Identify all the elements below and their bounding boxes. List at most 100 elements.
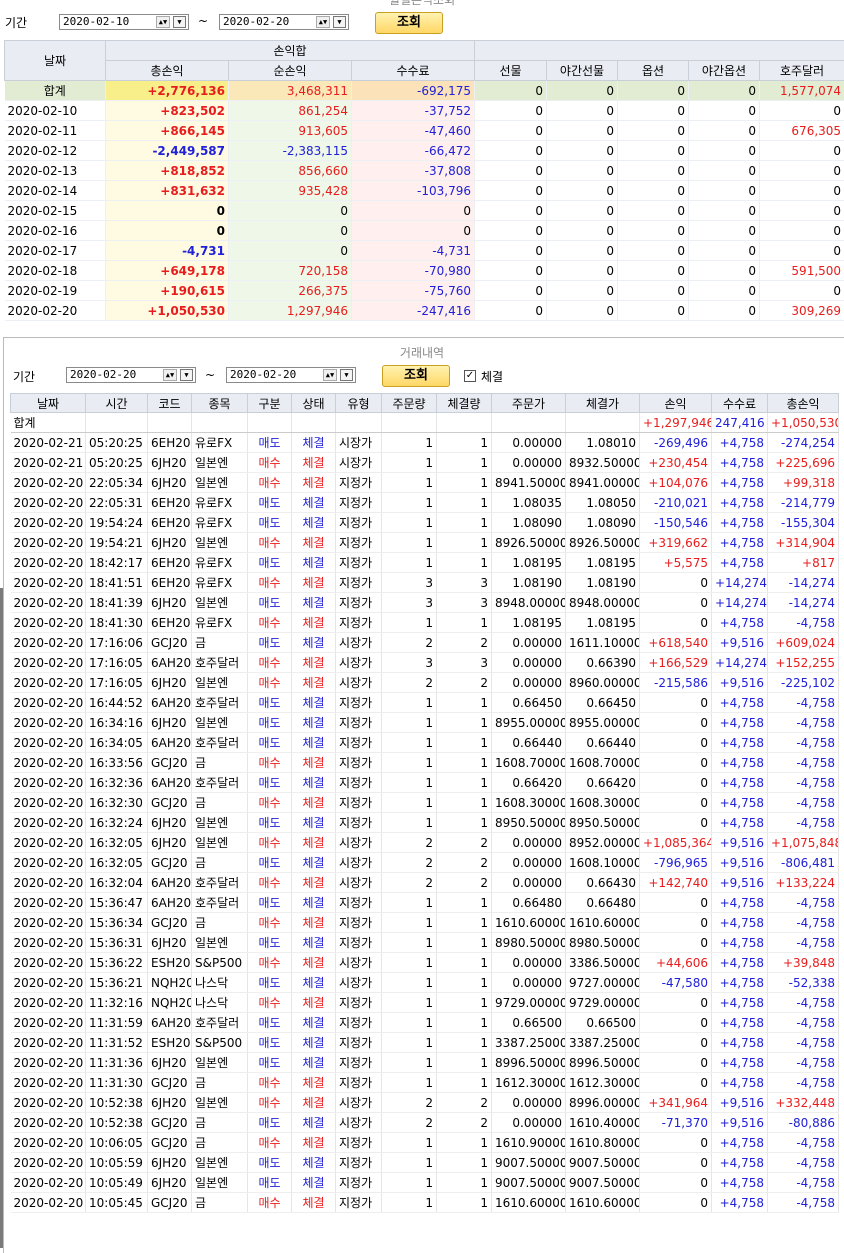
trade-row[interactable]: 2020-02-20 10:06:05 GCJ20 금 매수 체결 지정가 1 1 1610.90… [10,1132,839,1153]
trade-cell-order-qty: 2 [381,632,437,653]
trades-col-header[interactable]: 체결량 [436,393,492,413]
trade-row[interactable]: 2020-02-20 15:36:31 6JH20 일본엔 매도 체결 지정가 1 1 8980.… [10,932,839,953]
trades-to-date[interactable]: 2020-02-20 ▲▼ ▼ [226,367,356,383]
trades-col-header[interactable]: 종목 [191,393,248,413]
spin-icon[interactable]: ▲▼ [156,16,170,28]
trade-cell-fee: +4,758 [711,992,768,1013]
summary-row[interactable]: 2020-02-19 +190,615 266,375 -75,760 0 0 0 0 0 [4,280,844,301]
trade-row[interactable]: 2020-02-20 16:32:36 6AH20 호주달러 매도 체결 지정가 1 1 0.66… [10,772,839,793]
summary-row[interactable]: 2020-02-11 +866,145 913,605 -47,460 0 0 0 0 676,… [4,120,844,141]
trade-cell-item: 유로FX [191,492,248,513]
chevron-down-icon[interactable]: ▼ [173,16,186,28]
trade-row[interactable]: 2020-02-20 15:36:47 6AH20 호주달러 매도 체결 지정가 1 1 0.66… [10,892,839,913]
trade-cell-date: 2020-02-20 [10,472,86,493]
trades-col-header[interactable]: 시간 [85,393,148,413]
trade-row[interactable]: 2020-02-20 11:31:59 6AH20 호주달러 매도 체결 지정가 1 1 0.66… [10,1012,839,1033]
trade-row[interactable]: 2020-02-20 17:16:06 GCJ20 금 매도 체결 시장가 2 2 0.00000… [10,632,839,653]
trades-col-header[interactable]: 상태 [291,393,336,413]
trade-row[interactable]: 2020-02-20 22:05:31 6EH20 유로FX 매도 체결 지정가 1 1 1.08… [10,492,839,513]
trades-col-header[interactable]: 코드 [147,393,192,413]
trades-from-date[interactable]: 2020-02-20 ▲▼ ▼ [66,367,196,383]
trade-row[interactable]: 2020-02-20 11:31:30 GCJ20 금 매수 체결 지정가 1 1 1612.30… [10,1072,839,1093]
chevron-down-icon[interactable]: ▼ [180,369,193,381]
trade-row[interactable]: 2020-02-20 16:32:04 6AH20 호주달러 매수 체결 시장가 2 2 0.00… [10,872,839,893]
trade-row[interactable]: 2020-02-20 18:42:17 6EH20 유로FX 매도 체결 지정가 1 1 1.08… [10,552,839,573]
trade-cell-gross: +817 [767,552,839,573]
trades-col-header[interactable]: 손익 [639,393,712,413]
trades-col-header[interactable]: 날짜 [10,393,86,413]
trades-col-header[interactable]: 총손익 [767,393,839,413]
trade-cell-item: 나스닥 [191,992,248,1013]
trade-cell-order-qty: 2 [381,1092,437,1113]
chevron-down-icon[interactable]: ▼ [340,369,353,381]
trades-col-header[interactable]: 주문가 [491,393,566,413]
trade-row[interactable]: 2020-02-20 22:05:34 6JH20 일본엔 매수 체결 지정가 1 1 8941.… [10,472,839,493]
trade-row[interactable]: 2020-02-20 19:54:24 6EH20 유로FX 매도 체결 지정가 1 1 1.08… [10,512,839,533]
trade-row[interactable]: 2020-02-20 18:41:39 6JH20 일본엔 매도 체결 지정가 3 3 8948.… [10,592,839,613]
trade-row[interactable]: 2020-02-20 19:54:21 6JH20 일본엔 매수 체결 지정가 1 1 8926.… [10,532,839,553]
chevron-down-icon[interactable]: ▼ [333,16,346,28]
trade-row[interactable]: 2020-02-20 10:05:59 6JH20 일본엔 매도 체결 지정가 1 1 9007.… [10,1152,839,1173]
trade-row[interactable]: 2020-02-20 17:16:05 6AH20 호주달러 매수 체결 시장가 3 3 0.00… [10,652,839,673]
trade-cell-date: 2020-02-20 [10,712,86,733]
summary-row[interactable]: 2020-02-16 0 0 0 0 0 0 0 0 [4,220,844,241]
trade-row[interactable]: 2020-02-20 16:44:52 6AH20 호주달러 매도 체결 지정가 1 1 0.66… [10,692,839,713]
trade-row[interactable]: 2020-02-20 10:05:45 GCJ20 금 매수 체결 지정가 1 1 1610.60… [10,1192,839,1213]
summary-query-button[interactable]: 조회 [375,12,443,34]
summary-total-row[interactable]: 합계 +2,776,136 3,468,311 -692,175 0 0 0 0 1,577,0… [4,80,844,101]
trade-row[interactable]: 2020-02-20 10:52:38 GCJ20 금 매도 체결 시장가 2 2 0.00000… [10,1112,839,1133]
summary-col-header: 순손익 [228,60,352,81]
trade-cell-order-qty: 2 [381,852,437,873]
trade-row[interactable]: 2020-02-20 18:41:30 6EH20 유로FX 매수 체결 지정가 1 1 1.08… [10,612,839,633]
trades-col-header[interactable]: 체결가 [565,393,640,413]
trade-row[interactable]: 2020-02-20 16:32:05 6JH20 일본엔 매수 체결 시장가 2 2 0.000… [10,832,839,853]
trade-row[interactable]: 2020-02-20 16:32:24 6JH20 일본엔 매도 체결 지정가 1 1 8950.… [10,812,839,833]
filled-checkbox[interactable]: ✓ [464,370,476,382]
scrollbar-edge[interactable] [0,588,3,1248]
trade-row[interactable]: 2020-02-21 05:20:25 6JH20 일본엔 매수 체결 시장가 1 1 0.000… [10,452,839,473]
trade-row[interactable]: 2020-02-20 16:32:05 GCJ20 금 매도 체결 시장가 2 2 0.00000… [10,852,839,873]
summary-row[interactable]: 2020-02-17 -4,731 0 -4,731 0 0 0 0 0 [4,240,844,261]
trade-cell-time: 18:41:30 [85,612,148,633]
trade-row[interactable]: 2020-02-20 15:36:34 GCJ20 금 매수 체결 지정가 1 1 1610.60… [10,912,839,933]
trade-cell-side: 매도 [247,692,292,713]
trade-row[interactable]: 2020-02-20 15:36:22 ESH20 S&P500 매수 체결 시장가 1 1 0.… [10,952,839,973]
trade-cell-item: 금 [191,1112,248,1133]
trade-row[interactable]: 2020-02-20 10:52:38 6JH20 일본엔 매수 체결 시장가 2 2 0.000… [10,1092,839,1113]
trade-row[interactable]: 2020-02-20 11:31:36 6JH20 일본엔 매도 체결 지정가 1 1 8996.… [10,1052,839,1073]
trades-col-header[interactable]: 유형 [335,393,382,413]
trade-cell-order-qty: 3 [381,652,437,673]
summary-to-date[interactable]: 2020-02-20 ▲▼ ▼ [219,14,349,30]
trade-cell-time: 16:33:56 [85,752,148,773]
trades-query-button[interactable]: 조회 [382,365,450,387]
trade-cell-status: 체결 [291,1112,336,1133]
trade-row[interactable]: 2020-02-20 17:16:05 6JH20 일본엔 매수 체결 시장가 2 2 0.000… [10,672,839,693]
trade-row[interactable]: 2020-02-21 05:20:25 6EH20 유로FX 매도 체결 시장가 1 1 0.00… [10,432,839,453]
summary-row[interactable]: 2020-02-13 +818,852 856,660 -37,808 0 0 0 0 0 [4,160,844,181]
trade-cell-side: 매수 [247,532,292,553]
spin-icon[interactable]: ▲▼ [323,369,337,381]
trade-cell-gross: -4,758 [767,732,839,753]
summary-row[interactable]: 2020-02-18 +649,178 720,158 -70,980 0 0 0 0 591,… [4,260,844,281]
trades-col-header[interactable]: 주문량 [381,393,437,413]
trade-row[interactable]: 2020-02-20 10:05:49 6JH20 일본엔 매도 체결 지정가 1 1 9007.… [10,1172,839,1193]
trade-row[interactable]: 2020-02-20 16:32:30 GCJ20 금 매수 체결 지정가 1 1 1608.30… [10,792,839,813]
trade-row[interactable]: 2020-02-20 11:31:52 ESH20 S&P500 매도 체결 지정가 1 1 33… [10,1032,839,1053]
trades-col-header[interactable]: 구분 [247,393,292,413]
trade-row[interactable]: 2020-02-20 11:32:16 NQH20 나스닥 매수 체결 지정가 1 1 9729.… [10,992,839,1013]
summary-row[interactable]: 2020-02-20 +1,050,530 1,297,946 -247,416 0 0 0… [4,300,844,321]
summary-row[interactable]: 2020-02-10 +823,502 861,254 -37,752 0 0 0 0 0 [4,100,844,121]
spin-icon[interactable]: ▲▼ [316,16,330,28]
trade-cell-filled-qty: 1 [436,1052,492,1073]
trade-row[interactable]: 2020-02-20 16:34:16 6JH20 일본엔 매도 체결 지정가 1 1 8955.… [10,712,839,733]
spin-icon[interactable]: ▲▼ [163,369,177,381]
trade-row[interactable]: 2020-02-20 16:34:05 6AH20 호주달러 매도 체결 지정가 1 1 0.66… [10,732,839,753]
trade-row[interactable]: 2020-02-20 15:36:21 NQH20 나스닥 매도 체결 시장가 1 1 0.000… [10,972,839,993]
trade-row[interactable]: 2020-02-20 16:33:56 GCJ20 금 매수 체결 지정가 1 1 1608.70… [10,752,839,773]
summary-from-date[interactable]: 2020-02-10 ▲▼ ▼ [59,14,189,30]
trade-row[interactable]: 2020-02-20 18:41:51 6EH20 유로FX 매수 체결 지정가 3 3 1.08… [10,572,839,593]
summary-row[interactable]: 2020-02-14 +831,632 935,428 -103,796 0 0 0 0 0 [4,180,844,201]
summary-row[interactable]: 2020-02-12 -2,449,587 -2,383,115 -66,472 0 0 0… [4,140,844,161]
trades-col-header[interactable]: 수수료 [711,393,768,413]
summary-row[interactable]: 2020-02-15 0 0 0 0 0 0 0 0 [4,200,844,221]
